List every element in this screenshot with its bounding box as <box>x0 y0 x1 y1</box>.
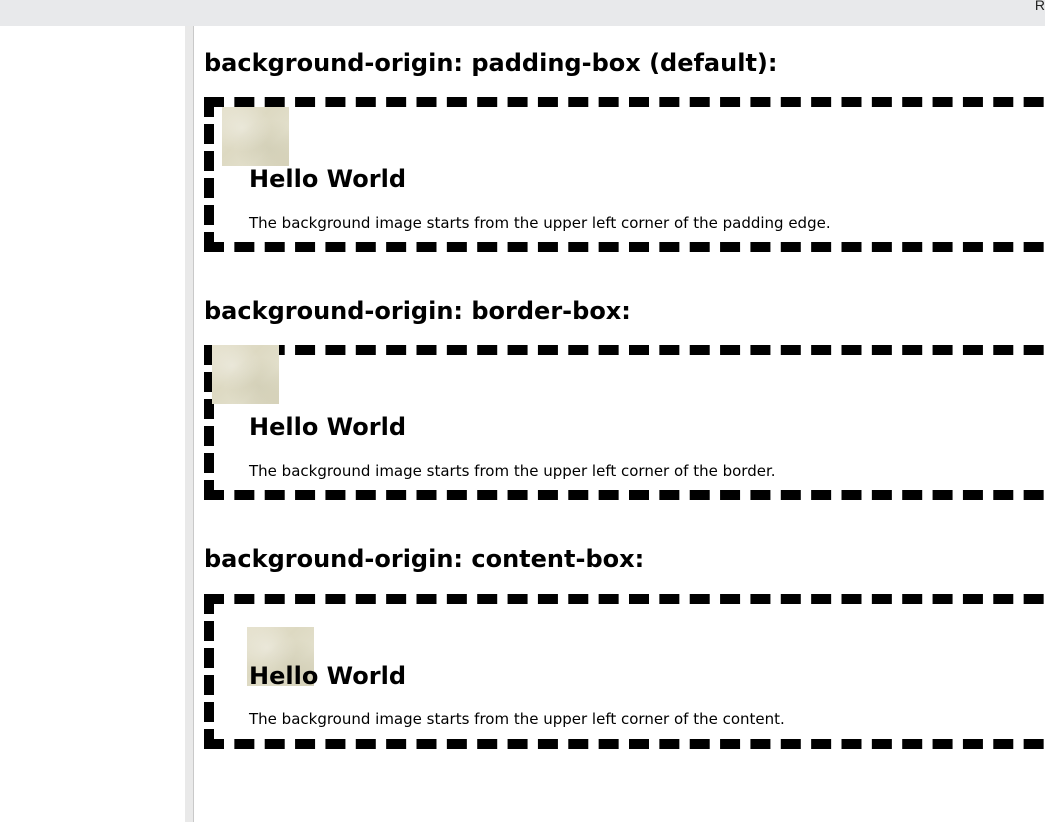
preview-pane: background-origin: padding-box (default)… <box>196 26 1045 822</box>
section-title-border-box: background-origin: border-box: <box>204 297 631 325</box>
toolbar-corner-text: R <box>1034 0 1045 13</box>
splitter-line <box>193 26 194 822</box>
background-image-tile <box>212 345 279 404</box>
demo-box-content-box: Hello World The background image starts … <box>204 594 1045 749</box>
demo-box-border-box: Hello World The background image starts … <box>204 345 1045 500</box>
box-description: The background image starts from the upp… <box>249 462 776 480</box>
box-description: The background image starts from the upp… <box>249 710 785 728</box>
left-pane <box>0 26 185 822</box>
box-heading: Hello World <box>249 413 407 441</box>
splitter-bar[interactable] <box>185 26 193 822</box>
box-heading: Hello World <box>249 662 407 690</box>
box-description: The background image starts from the upp… <box>249 214 831 232</box>
demo-box-padding-box: Hello World The background image starts … <box>204 97 1045 252</box>
pane-splitter[interactable] <box>185 26 196 822</box>
box-heading: Hello World <box>249 165 407 193</box>
section-title-content-box: background-origin: content-box: <box>204 545 645 573</box>
background-image-tile <box>222 107 289 166</box>
browser-toolbar: R <box>0 0 1045 26</box>
section-title-padding-box: background-origin: padding-box (default)… <box>204 49 778 77</box>
